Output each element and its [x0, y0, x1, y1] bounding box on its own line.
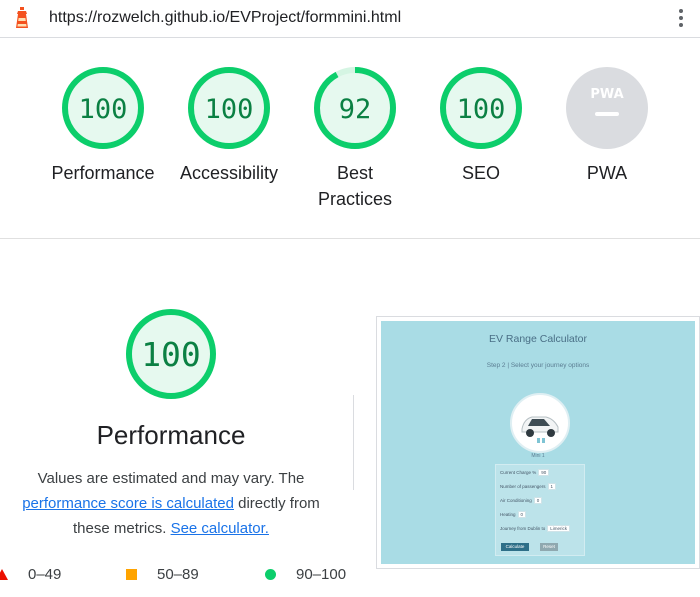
thumb-row: Number of passengers 1: [500, 483, 557, 490]
thumb-reset-button: Reset: [540, 543, 558, 551]
gauge-label: Performance: [51, 163, 155, 183]
score-gauge-ring: 92: [314, 67, 396, 149]
legend-average-range: 50–89: [157, 566, 199, 583]
browser-address-bar: https://rozwelch.github.io/EVProject/for…: [0, 0, 700, 38]
thumb-row: Air Conditioning 0: [500, 497, 543, 504]
thumb-form: Current Charge % 90 Number of passengers 1…: [495, 464, 585, 556]
performance-score-link[interactable]: performance score is calculated: [22, 495, 234, 512]
performance-heading: Performance: [96, 420, 246, 450]
fail-triangle-icon: [0, 569, 8, 580]
screenshot-content: EV Range Calculator Step 2 | Select your…: [381, 321, 695, 564]
thumb-calculate-button: Calculate: [501, 543, 529, 551]
lighthouse-icon: [16, 7, 28, 28]
gauge-score: 100: [205, 94, 254, 125]
see-calculator-link[interactable]: See calculator.: [171, 520, 269, 537]
gauge-score: 100: [79, 94, 128, 125]
svg-text:PWA: PWA: [590, 87, 623, 102]
gauge-best-practices[interactable]: 92 Best Practices: [292, 64, 418, 212]
average-square-icon: [126, 569, 137, 580]
gauge-pwa[interactable]: PWA PWA: [544, 64, 670, 186]
category-scores: 100 Performance 100 Accessibility 92 Bes…: [0, 38, 700, 239]
pass-circle-icon: [265, 569, 276, 580]
thumb-row: Heating 0: [500, 511, 527, 518]
score-gauge-ring: 100: [126, 309, 216, 399]
legend-pass-range: 90–100: [296, 566, 347, 583]
gauge-accessibility[interactable]: 100 Accessibility: [166, 64, 292, 186]
performance-description: Values are estimated and may vary. The p…: [22, 470, 320, 537]
gauge-score: 92: [339, 94, 372, 125]
thumb-step: Step 2 | Select your journey options: [486, 362, 590, 369]
score-gauge-ring: 100: [188, 67, 270, 149]
pwa-badge-icon: PWA: [566, 67, 648, 149]
thumb-title: EV Range Calculator: [488, 333, 588, 345]
car-image-icon: [510, 393, 570, 453]
gauge-label: PWA: [586, 163, 628, 183]
gauge-score: 100: [141, 335, 201, 374]
vertical-divider: [353, 395, 354, 490]
score-gauge-ring: 100: [440, 67, 522, 149]
gauge-label: SEO: [461, 163, 500, 183]
score-legend: 0–49 50–89 90–100: [0, 566, 360, 586]
thumb-row: Journey from Dublin to Limerick: [500, 525, 571, 532]
final-screenshot[interactable]: EV Range Calculator Step 2 | Select your…: [376, 316, 700, 569]
gauge-seo[interactable]: 100 SEO: [418, 64, 544, 186]
gauge-label: Best Practices: [317, 163, 393, 209]
thumb-caption: Mini 1: [531, 453, 545, 459]
url-text[interactable]: https://rozwelch.github.io/EVProject/for…: [49, 9, 401, 27]
gauge-performance[interactable]: 100 Performance: [40, 64, 166, 186]
gauge-score: 100: [457, 94, 506, 125]
score-gauge-ring: 100: [62, 67, 144, 149]
thumb-row: Current Charge % 90: [500, 469, 550, 476]
legend-fail-range: 0–49: [28, 566, 62, 583]
performance-gauge-large[interactable]: 100: [123, 306, 219, 407]
gauge-label: Accessibility: [179, 163, 279, 183]
kebab-menu-icon[interactable]: [676, 6, 686, 32]
